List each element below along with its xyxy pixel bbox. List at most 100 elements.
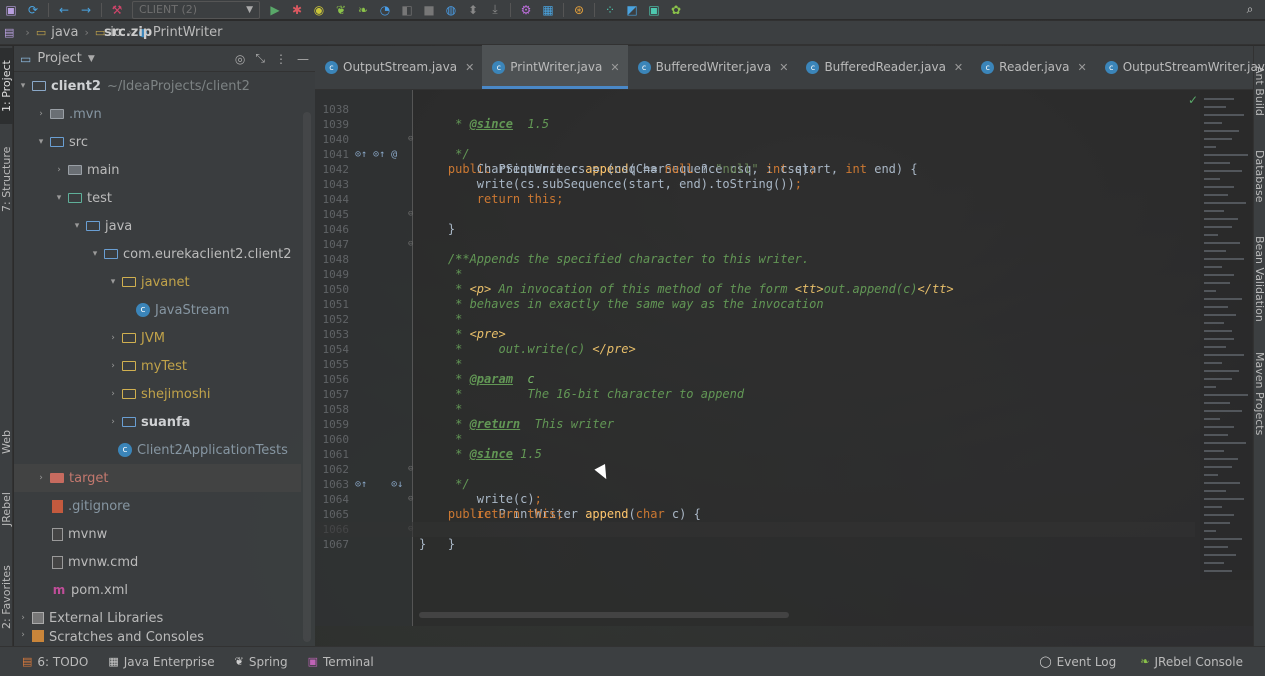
tree-item-mvnw[interactable]: mvnw: [14, 520, 301, 548]
tool-tab-maven-projects[interactable]: Maven Projects: [1253, 352, 1265, 435]
collapse-all-icon[interactable]: ⤡: [255, 51, 265, 66]
tool-tab-database[interactable]: Database: [1253, 150, 1265, 203]
breadcrumb-archive[interactable]: ▤ src.zip: [4, 25, 152, 40]
code-minimap[interactable]: [1200, 90, 1252, 580]
chevron-right-icon[interactable]: ›: [34, 473, 48, 483]
tree-item-jvm[interactable]: › JVM: [14, 324, 301, 352]
tool-todo[interactable]: ▤ 6: TODO: [22, 655, 88, 669]
plugin2-icon[interactable]: ▣: [643, 0, 665, 20]
run-icon[interactable]: ▶: [264, 0, 286, 20]
tab-bufferedwriter[interactable]: c BufferedWriter.java ✕: [628, 45, 797, 89]
tool-tab-web[interactable]: Web: [0, 420, 13, 464]
chevron-down-icon[interactable]: ▼: [88, 54, 95, 64]
git-icon[interactable]: ◩: [621, 0, 643, 20]
tree-item-javastream[interactable]: c JavaStream: [14, 296, 301, 324]
close-icon[interactable]: ✕: [954, 61, 963, 74]
inspection-ok-icon[interactable]: ✓: [1188, 93, 1198, 107]
tree-item-gitignore[interactable]: .gitignore: [14, 492, 301, 520]
tree-item-package[interactable]: ▾ com.eurekaclient2.client2: [14, 240, 301, 268]
tab-printwriter[interactable]: c PrintWriter.java ✕: [482, 45, 628, 89]
tool-terminal[interactable]: ▣ Terminal: [308, 655, 374, 669]
debug-icon[interactable]: ✱: [286, 0, 308, 20]
chevron-down-icon[interactable]: ▾: [106, 277, 120, 287]
tree-item-main[interactable]: › main: [14, 156, 301, 184]
profile-icon[interactable]: ◔: [374, 0, 396, 20]
stop-icon[interactable]: ◧: [396, 0, 418, 20]
chevron-right-icon[interactable]: ›: [34, 109, 48, 119]
chevron-down-icon[interactable]: ▾: [52, 193, 66, 203]
tree-item-mvn[interactable]: › .mvn: [14, 100, 301, 128]
tree-item-test[interactable]: ▾ test: [14, 184, 301, 212]
tree-item-client2[interactable]: ▾ client2 ~/IdeaProjects/client2: [14, 72, 301, 100]
locate-icon[interactable]: ◎: [235, 52, 245, 66]
tree-item-pomxml[interactable]: m pom.xml: [14, 576, 301, 604]
tree-item-javanet[interactable]: ▾ javanet: [14, 268, 301, 296]
chevron-right-icon[interactable]: ›: [52, 165, 66, 175]
tree-item-external-libraries[interactable]: › External Libraries: [14, 604, 301, 632]
chevron-right-icon[interactable]: ›: [106, 417, 120, 427]
forward-icon[interactable]: →: [75, 0, 97, 20]
hide-icon[interactable]: —: [297, 52, 309, 66]
jrebel-run-icon[interactable]: ❦: [330, 0, 352, 20]
tree-item-target[interactable]: › target: [14, 464, 301, 492]
project-panel-tools: ◎ ⤡ ⋮ —: [235, 51, 309, 66]
tree-item-client2applicationtests[interactable]: c Client2ApplicationTests: [14, 436, 301, 464]
save-icon[interactable]: ▣: [0, 0, 22, 20]
chevron-down-icon[interactable]: ▾: [34, 137, 48, 147]
tree-item-shejimoshi[interactable]: › shejimoshi: [14, 380, 301, 408]
project-panel-title[interactable]: Project: [37, 51, 81, 66]
tab-outputstreamwriter[interactable]: c OutputStreamWriter.java ✕: [1095, 45, 1265, 89]
project-scrollbar[interactable]: [303, 112, 311, 642]
close-icon[interactable]: ✕: [610, 61, 619, 74]
vcs-icon[interactable]: ⬍: [462, 0, 484, 20]
tab-reader[interactable]: c Reader.java ✕: [971, 45, 1095, 89]
attach-icon[interactable]: ■: [418, 0, 440, 20]
tree-item-mvnwcmd[interactable]: mvnw.cmd: [14, 548, 301, 576]
chevron-right-icon[interactable]: ›: [106, 333, 120, 343]
breadcrumb-java[interactable]: ▭ java: [36, 25, 79, 40]
close-icon[interactable]: ✕: [779, 61, 788, 74]
chevron-down-icon[interactable]: ▾: [88, 249, 102, 259]
run-config-select[interactable]: CLIENT (2) ▼: [132, 0, 260, 19]
tool-tab-bean-validation[interactable]: Bean Validation: [1253, 236, 1265, 322]
tree-item-src[interactable]: ▾ src: [14, 128, 301, 156]
tab-outputstream[interactable]: c OutputStream.java ✕: [315, 45, 482, 89]
tool-tab-project[interactable]: 1: Project: [0, 48, 13, 124]
tree-item-java[interactable]: ▾ java: [14, 212, 301, 240]
close-icon[interactable]: ✕: [465, 61, 474, 74]
tree-item-mytest[interactable]: › myTest: [14, 352, 301, 380]
chevron-down-icon[interactable]: ▾: [70, 221, 84, 231]
tool-tab-structure[interactable]: 7: Structure: [0, 138, 13, 220]
back-icon[interactable]: ←: [53, 0, 75, 20]
tool-java-enterprise[interactable]: ▦ Java Enterprise: [108, 655, 214, 669]
tree-item-suanfa[interactable]: › suanfa: [14, 408, 301, 436]
chevron-right-icon[interactable]: ›: [106, 389, 120, 399]
close-icon[interactable]: ✕: [1077, 61, 1086, 74]
search-everywhere-icon[interactable]: ◍: [440, 0, 462, 20]
tool-event-log[interactable]: ◯ Event Log: [1039, 655, 1116, 669]
tool-jrebel-console[interactable]: ❧ JRebel Console: [1140, 655, 1243, 669]
structure-icon[interactable]: ▦: [537, 0, 559, 20]
download-icon[interactable]: ⤓: [484, 0, 506, 20]
sql-icon[interactable]: ⁘: [599, 0, 621, 20]
gear-icon[interactable]: ⋮: [275, 52, 287, 66]
tool-tab-favorites[interactable]: 2: Favorites: [0, 556, 13, 638]
chevron-down-icon[interactable]: ▾: [16, 81, 30, 91]
tab-bufferedreader[interactable]: c BufferedReader.java ✕: [796, 45, 971, 89]
jrebel-debug-icon[interactable]: ❧: [352, 0, 374, 20]
tool-tab-jrebel[interactable]: JRebel: [0, 482, 13, 536]
chevron-right-icon[interactable]: ›: [16, 613, 30, 623]
chevron-right-icon[interactable]: ›: [106, 361, 120, 371]
plugin3-icon[interactable]: ✿: [665, 0, 687, 20]
plugin-icon[interactable]: ⊛: [568, 0, 590, 20]
settings-icon[interactable]: ⚙: [515, 0, 537, 20]
coverage-icon[interactable]: ◉: [308, 0, 330, 20]
code-editor[interactable]: 1038 * @since 1.5 1039 ⊖ */ 1040 ⊙↑ ⊙↑ @…: [315, 90, 1253, 626]
tool-spring[interactable]: ❦ Spring: [235, 655, 288, 669]
sync-icon[interactable]: ⟳: [22, 0, 44, 20]
build-icon[interactable]: ⚒: [106, 0, 128, 20]
tree-item-scratches[interactable]: › Scratches and Consoles: [14, 630, 301, 646]
chevron-right-icon[interactable]: ›: [16, 630, 30, 640]
search-icon[interactable]: ⌕: [1239, 0, 1261, 20]
horizontal-scrollbar[interactable]: [419, 612, 789, 618]
